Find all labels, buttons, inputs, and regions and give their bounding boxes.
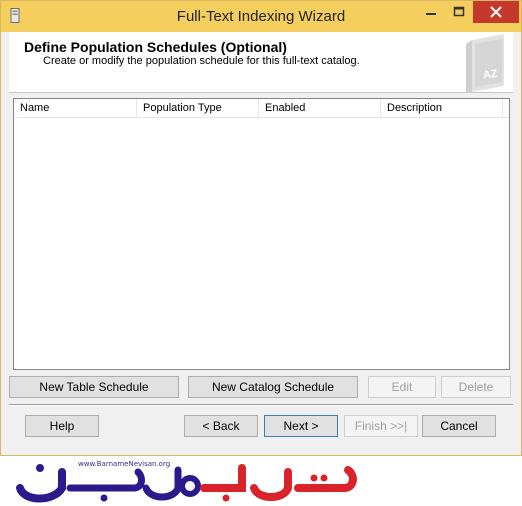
edit-button[interactable]: Edit [368, 376, 436, 398]
new-table-schedule-button[interactable]: New Table Schedule [9, 376, 179, 398]
art-label: AZ [482, 68, 498, 82]
column-header-enabled[interactable]: Enabled [259, 99, 381, 118]
watermark-url: www.BarnameNevisan.org [78, 460, 171, 468]
new-catalog-schedule-button[interactable]: New Catalog Schedule [188, 376, 358, 398]
watermark-logo: www.BarnameNevisan.org [14, 458, 364, 503]
finish-button[interactable]: Finish >>| [344, 415, 418, 437]
page-title: Define Population Schedules (Optional) [24, 39, 287, 55]
watermark-calligraphy-logo [16, 464, 357, 503]
column-header-population-type[interactable]: Population Type [137, 99, 259, 118]
delete-button[interactable]: Delete [441, 376, 511, 398]
page-subtitle: Create or modify the population schedule… [43, 55, 360, 67]
close-button[interactable] [473, 1, 519, 23]
separator [9, 404, 513, 406]
help-button[interactable]: Help [25, 415, 99, 437]
next-button[interactable]: Next > [264, 415, 338, 437]
wizard-header: Define Population Schedules (Optional) C… [9, 32, 513, 93]
schedules-list[interactable]: Name Population Type Enabled Description [13, 98, 510, 370]
wizard-window: Full-Text Indexing Wizard Define Populat… [0, 0, 522, 456]
column-header-name[interactable]: Name [14, 99, 137, 118]
title-bar[interactable]: Full-Text Indexing Wizard [1, 1, 521, 32]
maximize-icon [453, 6, 465, 17]
cancel-button[interactable]: Cancel [422, 415, 496, 437]
column-header-description[interactable]: Description [381, 99, 503, 118]
maximize-button[interactable] [445, 1, 473, 23]
back-button[interactable]: < Back [184, 415, 258, 437]
minimize-button[interactable] [417, 1, 445, 23]
close-icon [490, 6, 502, 18]
catalog-book-icon: AZ [466, 34, 504, 93]
minimize-icon [426, 13, 436, 15]
list-header: Name Population Type Enabled Description [14, 99, 509, 118]
